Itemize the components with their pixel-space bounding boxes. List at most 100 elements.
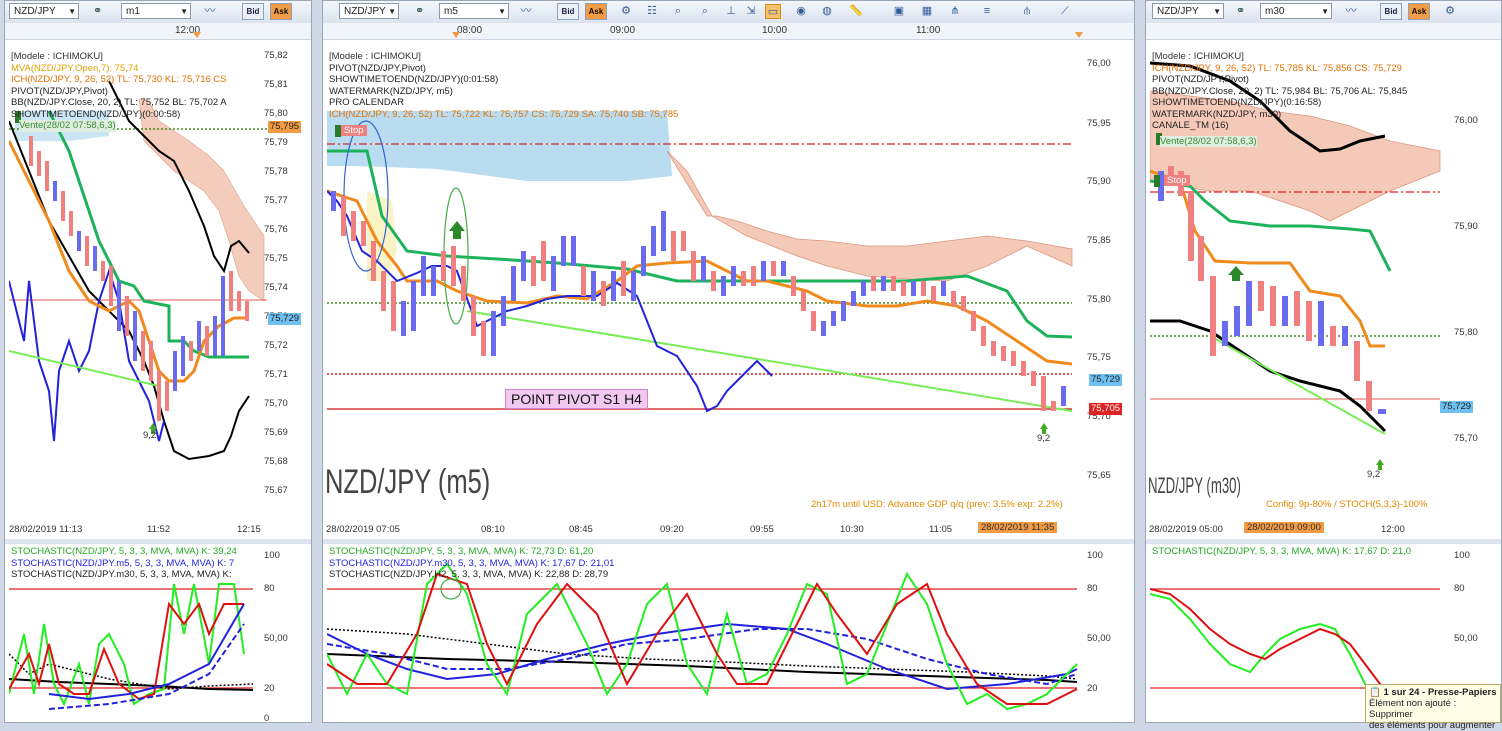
lines-icon[interactable]: ≡ [979, 4, 995, 19]
legend-line: SHOWTIMETOEND(NZD/JPY)(0:16:58) [1152, 97, 1322, 108]
price-label: 75,70 [264, 398, 288, 409]
indicator-icon[interactable]: ⚙ [618, 4, 634, 19]
bid-button[interactable]: Bid [242, 3, 264, 20]
legend-line: [Modele : ICHIMOKU] [329, 51, 421, 62]
symbol-select[interactable]: NZD/JPY ▼ [339, 3, 399, 19]
signal-arrow-icon [1228, 266, 1244, 281]
price-box-current: 75,729 [1089, 374, 1123, 386]
signal-label: 9,2 [143, 430, 157, 441]
calendar-note: 2h17m until USD: Advance GDP q/q (prev: … [811, 499, 1063, 510]
price-label: 75,72 [264, 340, 288, 351]
price-label: 75,90 [1087, 176, 1111, 187]
ask-button[interactable]: Ask [585, 3, 607, 20]
chart-type-icon[interactable]: 〰 [202, 4, 218, 19]
price-label: 75,95 [1087, 118, 1111, 129]
x-label-highlight: 28/02/2019 11:35 [978, 522, 1058, 533]
calendar-icon[interactable]: ▦ [919, 4, 935, 19]
osc-level: 80 [1454, 583, 1465, 594]
top-time-strip: 08:00 09:00 10:00 11:00 [323, 23, 1134, 40]
chevron-down-icon: ▼ [1321, 7, 1329, 16]
link-icon[interactable]: ⚭ [1236, 4, 1245, 17]
price-label: 76,00 [1087, 58, 1111, 69]
timeframe-select[interactable]: m5 ▼ [439, 3, 509, 19]
chevron-down-icon: ▼ [180, 7, 188, 16]
symbol-value: NZD/JPY [344, 6, 386, 17]
legend-line: PIVOT(NZD/JPY,Pivot) [11, 85, 108, 97]
pivot-label: POINT PIVOT S1 H4 [505, 389, 648, 409]
link-icon[interactable]: ⚭ [415, 4, 424, 17]
price-label: 75,69 [264, 427, 288, 438]
eye-icon[interactable]: ◉ [793, 4, 809, 19]
template-icon[interactable]: ☷ [644, 4, 660, 19]
legend-line: PIVOT(NZD/JPY,Pivot) [1152, 74, 1249, 85]
price-label: 75,80 [1087, 294, 1111, 305]
bid-button[interactable]: Bid [557, 3, 579, 20]
ichimoku-cloud-bull [327, 111, 672, 181]
time-label: 09:00 [610, 25, 636, 36]
osc-level: 80 [1087, 583, 1098, 594]
osc-level: 50,00 [1087, 633, 1111, 644]
sell-label: Vente(28/02 07:58,6,3) [1160, 135, 1257, 147]
legend-line: STOCHASTIC(NZD/JPY.m30, 5, 3, 3, MVA, MV… [329, 557, 615, 569]
oscillator-legend: STOCHASTIC(NZD/JPY, 5, 3, 3, MVA, MVA) K… [11, 546, 237, 581]
x-label: 28/02/2019 11:13 [9, 524, 83, 535]
current-time-marker [193, 32, 201, 38]
chevron-down-icon: ▼ [498, 7, 506, 16]
osc-level: 100 [264, 550, 280, 561]
chart-window-m1: NZD/JPY ▼ ⚭ m1 ▼ 〰 Bid Ask 12:00 [Modele… [4, 0, 312, 723]
x-label: 12:00 [1381, 524, 1405, 535]
timeframe-value: m5 [444, 6, 458, 17]
indicator-legend: [Modele : ICHIMOKU] MVA(NZD/JPY.Open,7):… [11, 51, 227, 132]
osc-level: 0 [264, 713, 270, 723]
watermark: NZD/JPY (m30) [1148, 473, 1241, 498]
price-label: 75,68 [264, 456, 288, 467]
osc-level: 50,00 [1454, 633, 1478, 644]
symbol-select[interactable]: NZD/JPY ▼ [1152, 3, 1224, 19]
signal-arrow-icon [449, 221, 465, 239]
watermark: NZD/JPY (m5) [325, 463, 491, 501]
ask-button[interactable]: Ask [270, 3, 292, 20]
top-time-strip: 12:00 [5, 23, 311, 40]
ask-button[interactable]: Ask [1408, 3, 1430, 20]
ruler-icon[interactable]: 📏 [848, 4, 864, 19]
time-label: 11:00 [916, 25, 941, 36]
pitchfork-icon[interactable]: ⫛ [1019, 4, 1035, 19]
timeframe-value: m1 [126, 6, 140, 17]
zoom-out-icon[interactable]: ⌕ [697, 4, 713, 19]
stop-marker [1154, 175, 1160, 187]
timeframe-select[interactable]: m1 ▼ [121, 3, 191, 19]
zoom-icon[interactable]: ⌕ [670, 4, 686, 19]
oscillator-legend: STOCHASTIC(NZD/JPY, 5, 3, 3, MVA, MVA) K… [1152, 546, 1411, 558]
symbol-value: NZD/JPY [14, 6, 56, 17]
chart-type-icon[interactable]: 〰 [1343, 4, 1359, 19]
time-label: 10:00 [762, 25, 788, 36]
osc-level: 20 [1087, 683, 1098, 694]
indicator-icon[interactable]: ⚙ [1442, 4, 1458, 19]
trendline-icon[interactable]: ⟋ [1057, 4, 1073, 19]
osc-level: 80 [264, 583, 275, 594]
x-label: 12:15 [237, 524, 261, 535]
chevron-down-icon: ▼ [1213, 7, 1221, 16]
clipboard-icon: 📋 [1369, 687, 1381, 698]
timeframe-select[interactable]: m30 ▼ [1260, 3, 1332, 19]
cursor-icon[interactable]: ⇲ [743, 4, 759, 19]
fibonacci-icon[interactable]: ⋔ [947, 4, 963, 19]
legend-line: [Modele : ICHIMOKU] [11, 51, 103, 62]
chart-type-icon[interactable]: 〰 [518, 4, 534, 19]
oscillator-legend: STOCHASTIC(NZD/JPY, 5, 3, 3, MVA, MVA) K… [329, 546, 614, 581]
legend-line: STOCHASTIC(NZD/JPY.m5, 5, 3, 3, MVA, MVA… [11, 557, 235, 569]
price-label: 75,90 [1454, 221, 1478, 232]
timeframe-value: m30 [1265, 6, 1285, 17]
osc-level: 20 [264, 683, 275, 694]
highlight-icon[interactable]: ▭ [765, 4, 781, 19]
image-icon[interactable]: ▣ [891, 4, 907, 19]
symbol-select[interactable]: NZD/JPY ▼ [9, 3, 79, 19]
crosshair-icon[interactable]: ⊥ [723, 4, 739, 19]
bid-button[interactable]: Bid [1380, 3, 1402, 20]
price-label: 75,85 [1087, 235, 1111, 246]
link-icon[interactable]: ⚭ [93, 4, 102, 17]
price-label: 75,75 [264, 253, 288, 264]
globe-icon[interactable]: ◍ [819, 4, 835, 19]
x-label: 09:55 [750, 524, 774, 535]
clipboard-notification[interactable]: 📋 1 sur 24 - Presse-Papiers Élément non … [1365, 684, 1501, 731]
